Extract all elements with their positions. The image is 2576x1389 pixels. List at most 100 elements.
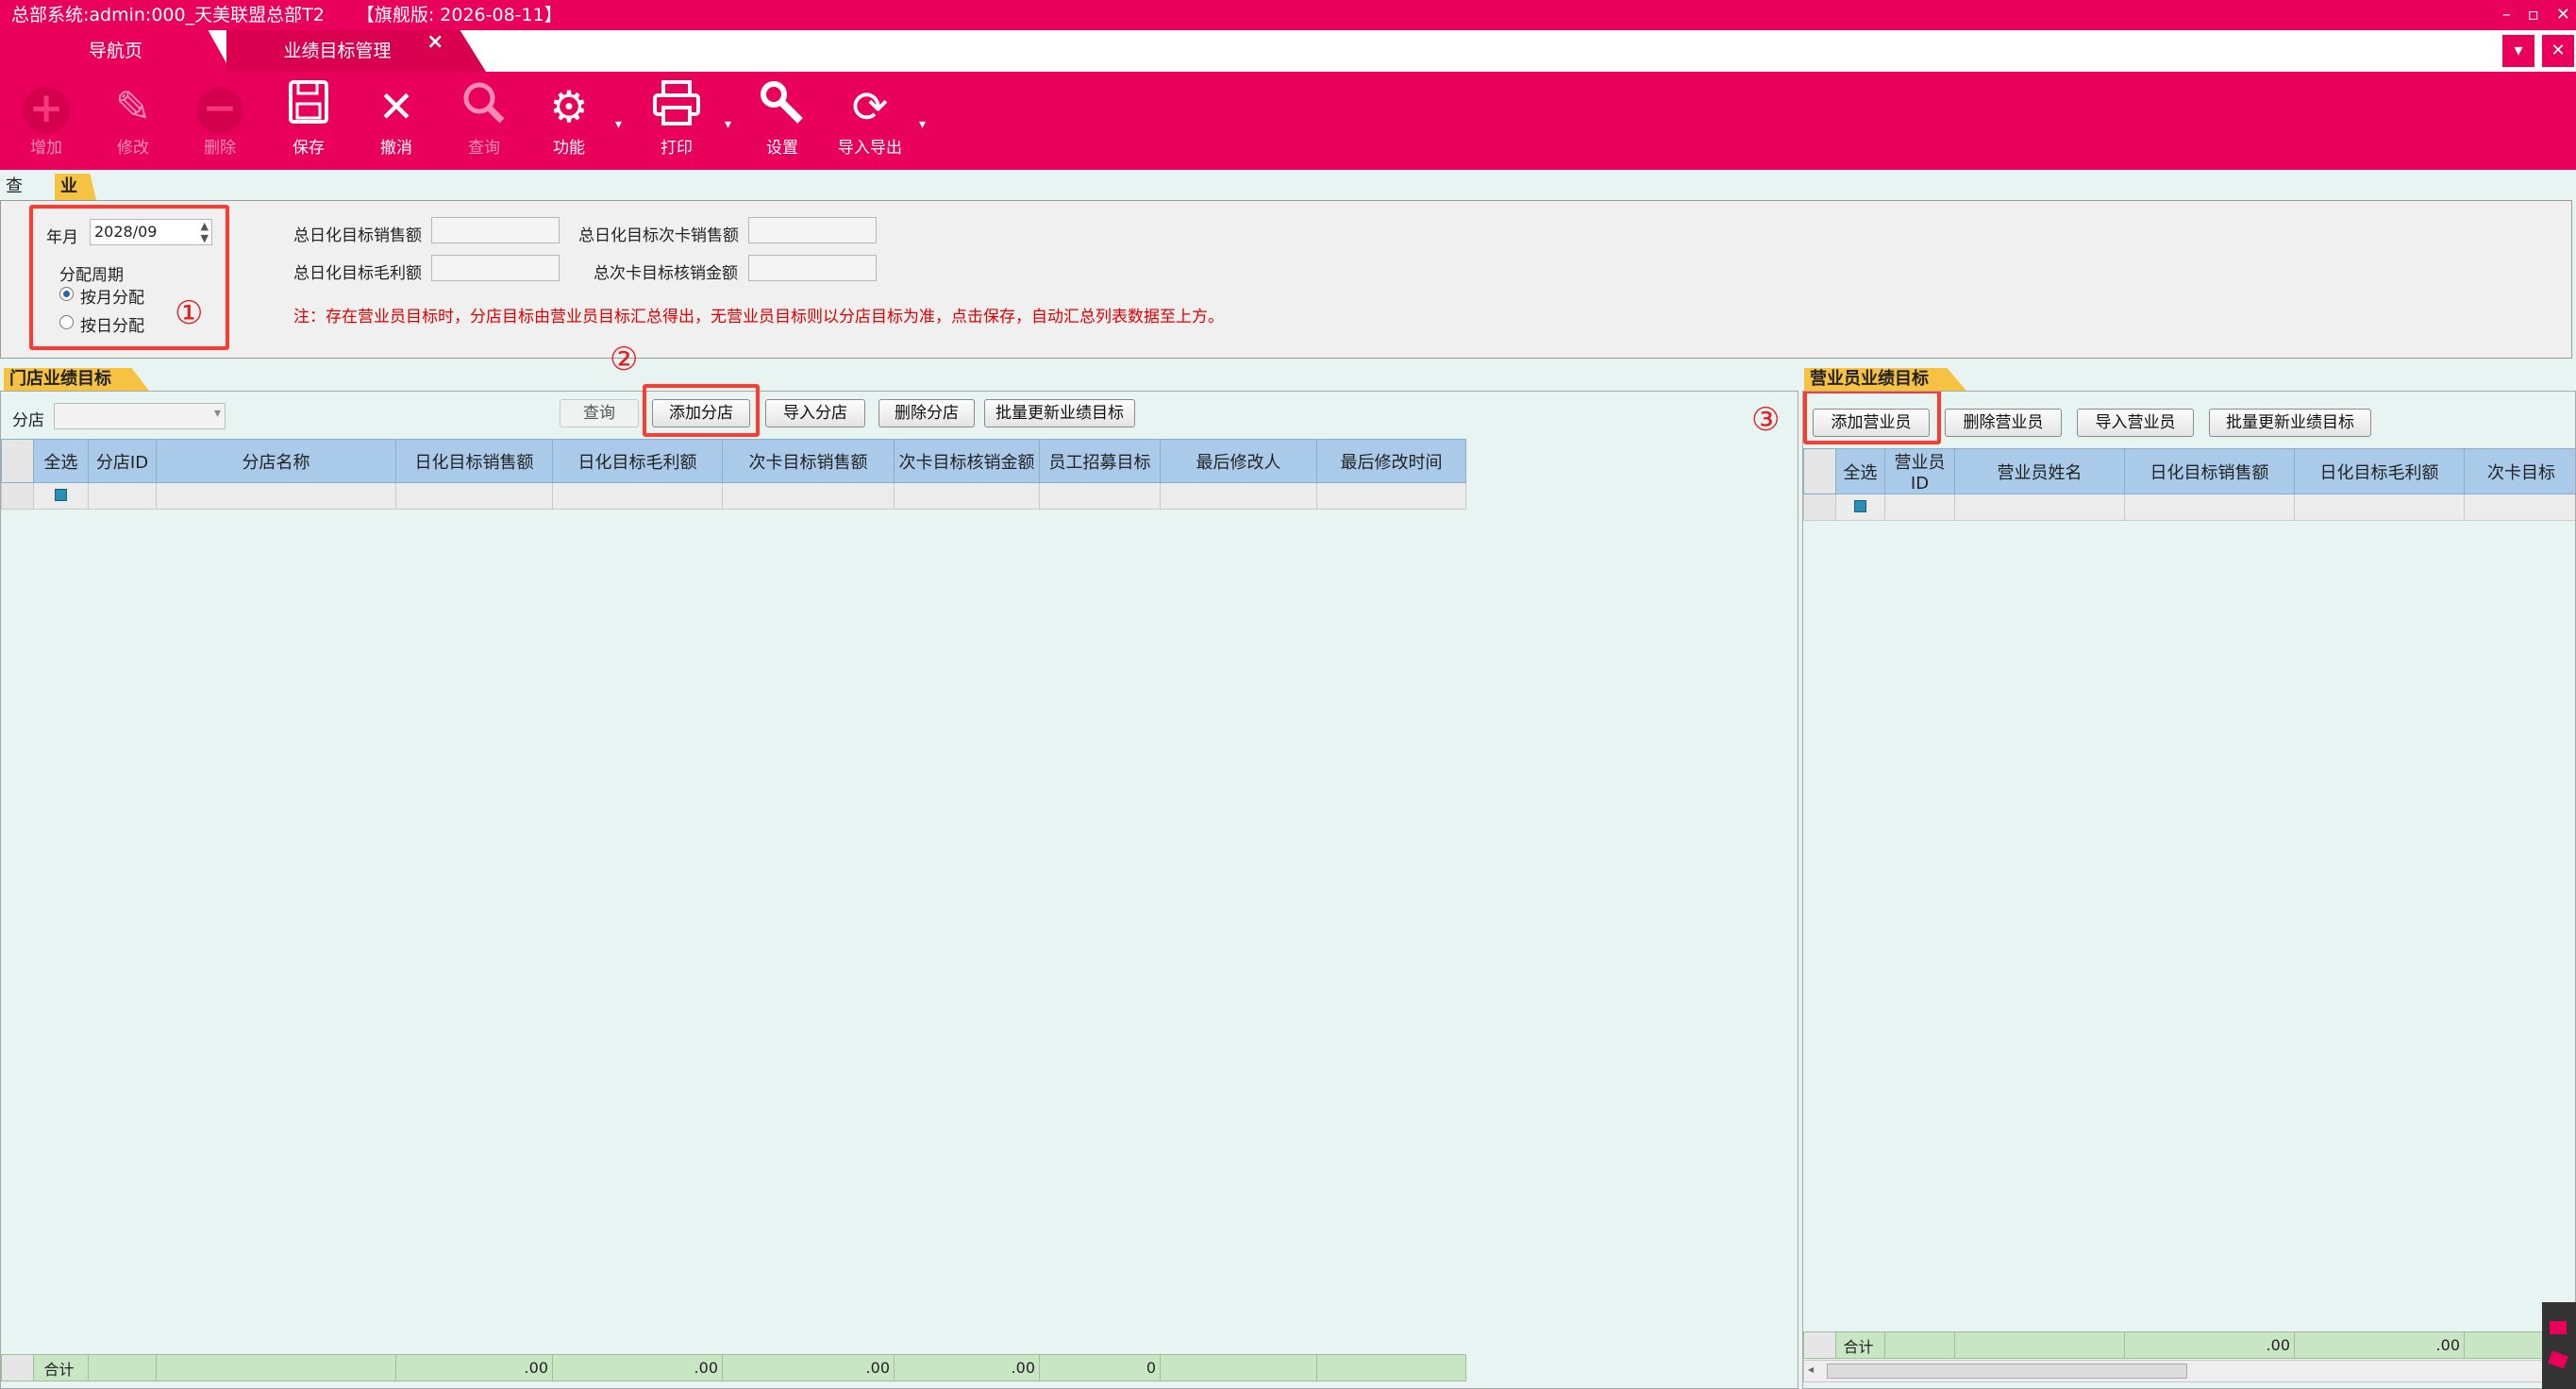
function-label: 功能 — [553, 139, 585, 158]
col-label: 次卡目标 — [2487, 462, 2555, 483]
query-label: 查询 — [468, 139, 500, 158]
year-month-spinner-icon[interactable]: ▲ ▼ — [201, 220, 209, 244]
total-recruit: 0 — [1039, 1354, 1161, 1381]
import-export-dropdown-icon[interactable]: ▾ — [919, 117, 926, 132]
settings-button[interactable]: 设置 — [749, 79, 815, 158]
col-card-sales[interactable]: 次卡目标销售额 — [722, 439, 895, 483]
cell[interactable] — [894, 482, 1040, 510]
function-button[interactable]: ⚙ 功能 — [536, 79, 602, 158]
total-daily-sales-label: 总日化目标销售额 — [293, 226, 422, 245]
col-daily-profit[interactable]: 日化目标毛利额 — [552, 439, 723, 483]
table-row[interactable] — [1803, 494, 2575, 521]
subtab-detail[interactable]: 业绩明细 — [55, 174, 96, 200]
minimize-icon[interactable]: – — [2502, 0, 2511, 30]
maximize-icon[interactable]: ▫ — [2528, 0, 2539, 30]
store-section-title-text: 门店业绩目标 — [9, 369, 111, 389]
col-staff-id[interactable]: 营业员ID — [1884, 448, 1955, 494]
col-recruit-target[interactable]: 员工招募目标 — [1039, 439, 1161, 483]
table-row[interactable] — [1, 482, 1466, 510]
horizontal-scrollbar[interactable]: ◂ — [1803, 1360, 2575, 1382]
col-daily-sales[interactable]: 日化目标销售额 — [395, 439, 553, 483]
delete-branch-button[interactable]: 删除分店 — [878, 399, 975, 427]
batch-update-store-button[interactable]: 批量更新业绩目标 — [984, 399, 1135, 427]
print-button[interactable]: 打印 — [644, 79, 710, 158]
col-label: 日化目标毛利额 — [2319, 462, 2439, 483]
monthly-radio[interactable] — [59, 287, 74, 301]
import-export-button[interactable]: ⟳ 导入导出 — [832, 79, 908, 158]
batch-update-staff-button[interactable]: 批量更新业绩目标 — [2209, 409, 2371, 437]
store-query-button[interactable]: 查询 — [560, 399, 639, 427]
scroll-left-icon[interactable]: ◂ — [1808, 1363, 1814, 1376]
import-staff-button[interactable]: 导入营业员 — [2077, 409, 2194, 437]
col-label: 分店名称 — [242, 452, 310, 473]
monthly-radio-label: 按月分配 — [80, 289, 144, 308]
col-daily-sales[interactable]: 日化目标销售额 — [2124, 448, 2295, 494]
delete-button[interactable]: − 删除 — [187, 79, 253, 158]
col-last-modified-time[interactable]: 最后修改时间 — [1316, 439, 1466, 483]
year-month-input[interactable]: 2028/09 ▲ ▼ — [90, 219, 212, 245]
function-dropdown-icon[interactable]: ▾ — [615, 117, 622, 132]
col-daily-profit[interactable]: 日化目标毛利额 — [2294, 448, 2465, 494]
row-header — [1803, 494, 1836, 521]
row-checkbox[interactable] — [1835, 494, 1885, 521]
add-button[interactable]: + 增加 — [13, 79, 79, 158]
cell[interactable] — [1954, 494, 2125, 521]
print-dropdown-icon[interactable]: ▾ — [725, 117, 731, 132]
select-all-header[interactable]: 全选 — [1835, 448, 1885, 494]
tab-list-dropdown-icon[interactable]: ▾ — [2502, 35, 2534, 67]
cell — [1316, 1354, 1466, 1381]
subtab-query[interactable]: 查询 — [0, 174, 28, 223]
cancel-button[interactable]: ✕ 撤消 — [363, 79, 429, 158]
total-label: 合计 — [33, 1354, 89, 1381]
cell[interactable] — [2464, 494, 2575, 521]
staff-target-table: 全选 营业员ID 营业员姓名 日化目标销售额 日化目标毛利额 次卡目标 — [1803, 448, 2575, 521]
row-checkbox[interactable] — [33, 482, 89, 510]
col-staff-name[interactable]: 营业员姓名 — [1954, 448, 2125, 494]
cell[interactable] — [1316, 482, 1466, 510]
daily-radio[interactable] — [59, 315, 74, 329]
col-card-target[interactable]: 次卡目标 — [2464, 448, 2575, 494]
add-branch-button[interactable]: 添加分店 — [652, 399, 750, 427]
cell[interactable] — [1884, 494, 1955, 521]
cell[interactable] — [552, 482, 723, 510]
import-branch-button[interactable]: 导入分店 — [765, 399, 865, 427]
delete-staff-button[interactable]: 删除营业员 — [1945, 409, 2062, 437]
save-button[interactable]: 保存 — [276, 79, 342, 158]
close-all-tabs-icon[interactable]: ✕ — [2542, 35, 2574, 67]
total-daily-card-sales-field[interactable] — [748, 217, 877, 243]
close-window-icon[interactable]: ✕ — [2556, 0, 2570, 30]
total-card-write-off-field[interactable] — [748, 255, 877, 281]
total-daily-sales: .00 — [395, 1354, 553, 1381]
tab-navigation[interactable]: 导航页 — [0, 30, 231, 72]
col-branch-id[interactable]: 分店ID — [88, 439, 157, 483]
total-daily-profit-field[interactable] — [431, 255, 560, 281]
tab-label: 业绩目标管理 — [283, 41, 392, 61]
cell[interactable] — [156, 482, 396, 510]
cell[interactable] — [2124, 494, 2295, 521]
cell[interactable] — [722, 482, 895, 510]
tab-performance-target[interactable]: 业绩目标管理 — [226, 30, 486, 72]
cell[interactable] — [395, 482, 553, 510]
cell[interactable] — [88, 482, 157, 510]
year-month-label: 年月 — [46, 228, 78, 247]
tab-close-icon[interactable]: × — [427, 30, 443, 54]
side-widget[interactable] — [2542, 1302, 2576, 1389]
edit-button[interactable]: ✎ 修改 — [100, 79, 166, 158]
toolbar: + 增加 ✎ 修改 − 删除 保存 ✕ 撤消 查询 ⚙ 功能 ▾ 打印 ▾ 设置… — [0, 72, 2576, 170]
checkbox-icon — [55, 489, 67, 501]
query-button[interactable]: 查询 — [451, 79, 517, 158]
branch-select[interactable] — [54, 403, 226, 429]
col-card-write-off[interactable]: 次卡目标核销金额 — [894, 439, 1040, 483]
edit-label: 修改 — [117, 139, 149, 158]
cell[interactable] — [1039, 482, 1161, 510]
col-branch-name[interactable]: 分店名称 — [156, 439, 396, 483]
cell[interactable] — [2294, 494, 2465, 521]
scrollbar-thumb[interactable] — [1827, 1364, 2187, 1379]
col-last-modifier[interactable]: 最后修改人 — [1160, 439, 1317, 483]
cell[interactable] — [1160, 482, 1317, 510]
total-daily-sales-field[interactable] — [431, 217, 560, 243]
add-staff-button[interactable]: 添加营业员 — [1813, 409, 1930, 437]
select-all-header[interactable]: 全选 — [33, 439, 89, 483]
marker-1: ① — [175, 294, 204, 332]
staff-section-title-text: 营业员业绩目标 — [1810, 369, 1929, 389]
